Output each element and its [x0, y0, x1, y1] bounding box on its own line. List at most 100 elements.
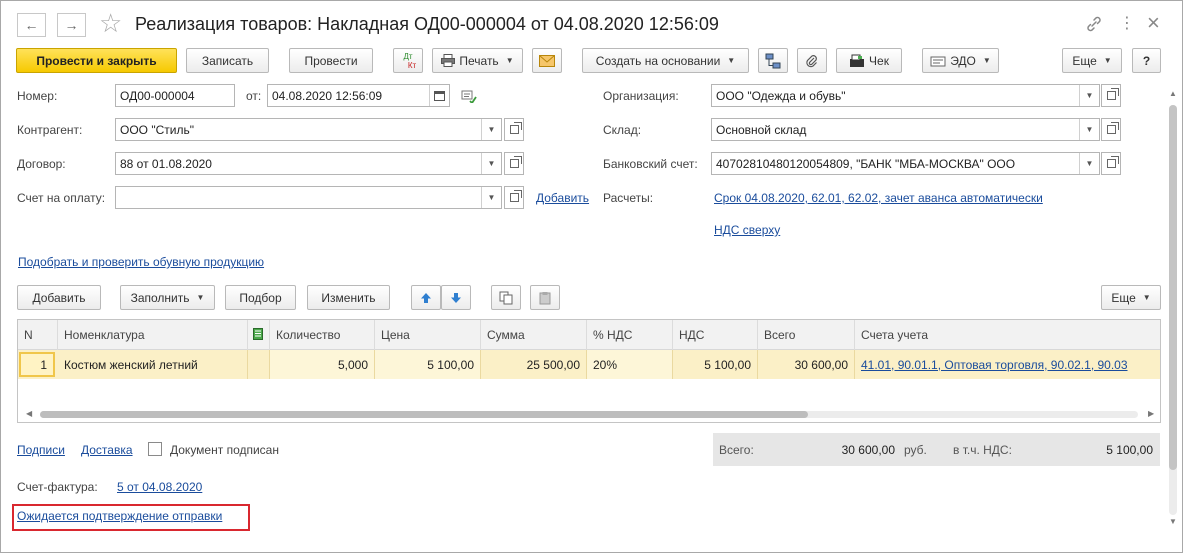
cell-vat-rate[interactable]: 20% [587, 350, 673, 379]
more-button[interactable]: Еще ▼ [1062, 48, 1122, 73]
edo-label: ЭДО [950, 53, 976, 68]
link-icon[interactable] [1084, 14, 1104, 34]
column-header-total[interactable]: Всего [758, 320, 855, 350]
column-header-vat[interactable]: НДС [673, 320, 758, 350]
copy-row-button[interactable] [491, 285, 521, 310]
sending-status-link[interactable]: Ожидается подтверждение отправки [17, 509, 222, 523]
cell-qty[interactable]: 5,000 [270, 350, 375, 379]
close-icon[interactable]: × [1147, 10, 1160, 36]
column-header-sum[interactable]: Сумма [481, 320, 587, 350]
cell-marking[interactable] [248, 350, 270, 379]
bank-account-label: Банковский счет: [603, 157, 698, 171]
post-and-close-button[interactable]: Провести и закрыть [16, 48, 177, 73]
envelope-icon [539, 54, 555, 67]
add-invoice-link[interactable]: Добавить [536, 191, 589, 205]
email-button[interactable] [532, 48, 562, 73]
signatures-link[interactable]: Подписи [17, 443, 65, 457]
paste-row-button[interactable] [530, 285, 560, 310]
chevron-down-icon[interactable]: ▼ [1079, 85, 1099, 106]
table-pick-button[interactable]: Подбор [225, 285, 296, 310]
number-field[interactable]: ОД00-000004 [115, 84, 235, 107]
forward-button[interactable]: → [57, 13, 86, 37]
structure-button[interactable] [758, 48, 788, 73]
open-organization-icon[interactable] [1101, 84, 1121, 107]
open-counterparty-icon[interactable] [504, 118, 524, 141]
settlements-link[interactable]: Срок 04.08.2020, 62.01, 62.02, зачет ава… [714, 191, 1043, 205]
scroll-down-icon[interactable]: ▼ [1169, 517, 1177, 526]
date-field[interactable]: 04.08.2020 12:56:09 [267, 84, 450, 107]
table-edit-button[interactable]: Изменить [307, 285, 390, 310]
cell-vat[interactable]: 5 100,00 [673, 350, 758, 379]
attach-button[interactable] [797, 48, 827, 73]
vertical-scrollbar[interactable]: ▲ ▼ [1167, 85, 1179, 531]
column-header-item[interactable]: Номенклатура [58, 320, 248, 350]
favorite-star-icon[interactable]: ☆ [99, 10, 122, 36]
hierarchy-icon [765, 53, 781, 69]
edo-button[interactable]: ЭДО ▼ [922, 48, 999, 73]
chevron-down-icon[interactable]: ▼ [481, 119, 501, 140]
column-header-accounts[interactable]: Счета учета [855, 320, 1160, 350]
edit-number-icon[interactable] [461, 89, 477, 105]
print-button[interactable]: Печать ▼ [432, 48, 523, 73]
invoice-field[interactable]: ▼ [115, 186, 502, 209]
chevron-down-icon[interactable]: ▼ [481, 153, 501, 174]
cell-total[interactable]: 30 600,00 [758, 350, 855, 379]
table-add-button[interactable]: Добавить [17, 285, 101, 310]
cell-accounts[interactable]: 41.01, 90.01.1, Оптовая торговля, 90.02.… [855, 350, 1160, 379]
chevron-down-icon[interactable]: ▼ [1079, 153, 1099, 174]
chevron-down-icon: ▼ [505, 56, 514, 65]
open-bank-account-icon[interactable] [1101, 152, 1121, 175]
table-more-button[interactable]: Еще ▼ [1101, 285, 1161, 310]
counterparty-field[interactable]: ООО "Стиль" ▼ [115, 118, 502, 141]
scroll-thumb[interactable] [40, 411, 808, 418]
receipt-button[interactable]: Чек [836, 48, 902, 73]
arrow-left-icon: ← [24, 17, 39, 33]
move-up-button[interactable] [411, 285, 441, 310]
cell-n[interactable]: 1 [19, 352, 55, 377]
pick-shoes-link[interactable]: Подобрать и проверить обувную продукцию [18, 255, 264, 269]
delivery-link[interactable]: Доставка [81, 443, 133, 457]
calendar-icon[interactable] [429, 85, 449, 106]
column-header-marking[interactable] [248, 320, 270, 350]
more-actions-icon[interactable]: ⋮ [1119, 13, 1135, 33]
dt-kt-button[interactable]: Дт Кт [393, 48, 423, 73]
column-header-price[interactable]: Цена [375, 320, 481, 350]
contract-field[interactable]: 88 от 01.08.2020 ▼ [115, 152, 502, 175]
table-fill-button[interactable]: Заполнить ▼ [120, 285, 215, 310]
cell-price[interactable]: 5 100,00 [375, 350, 481, 379]
scroll-left-icon[interactable]: ◀ [26, 409, 32, 418]
help-button[interactable]: ? [1132, 48, 1161, 73]
chevron-down-icon[interactable]: ▼ [1079, 119, 1099, 140]
scroll-right-icon[interactable]: ▶ [1148, 409, 1154, 418]
cell-sum[interactable]: 25 500,00 [481, 350, 587, 379]
document-signed-checkbox[interactable] [148, 442, 162, 456]
bank-account-field[interactable]: 40702810480120054809, "БАНК "МБА-МОСКВА"… [711, 152, 1100, 175]
cell-item[interactable]: Костюм женский летний [58, 350, 248, 379]
open-contract-icon[interactable] [504, 152, 524, 175]
vertical-scroll-thumb[interactable] [1169, 105, 1177, 470]
warehouse-field[interactable]: Основной склад ▼ [711, 118, 1100, 141]
table-horizontal-scrollbar[interactable]: ◀ ▶ [18, 406, 1160, 422]
open-warehouse-icon[interactable] [1101, 118, 1121, 141]
scroll-up-icon[interactable]: ▲ [1169, 89, 1177, 98]
save-button[interactable]: Записать [186, 48, 269, 73]
move-down-button[interactable] [441, 285, 471, 310]
chevron-down-icon[interactable]: ▼ [481, 187, 501, 208]
receipt-label: Чек [869, 53, 889, 68]
organization-field[interactable]: ООО "Одежда и обувь" ▼ [711, 84, 1100, 107]
post-button[interactable]: Провести [289, 48, 373, 73]
column-header-qty[interactable]: Количество [270, 320, 375, 350]
create-based-on-button[interactable]: Создать на основании ▼ [582, 48, 749, 73]
back-button[interactable]: ← [17, 13, 46, 37]
counterparty-label: Контрагент: [17, 123, 83, 137]
arrow-right-icon: → [64, 17, 79, 33]
open-invoice-icon[interactable] [504, 186, 524, 209]
page-title: Реализация товаров: Накладная ОД00-00000… [135, 14, 719, 34]
column-header-n[interactable]: N [18, 320, 58, 350]
vat-link[interactable]: НДС сверху [714, 223, 780, 237]
total-value: 30 600,00 [761, 437, 895, 462]
table-row[interactable]: 1 Костюм женский летний 5,000 5 100,00 2… [18, 350, 1160, 379]
settlements-label: Расчеты: [603, 191, 654, 205]
column-header-vat-rate[interactable]: % НДС [587, 320, 673, 350]
tax-invoice-link[interactable]: 5 от 04.08.2020 [117, 480, 202, 494]
